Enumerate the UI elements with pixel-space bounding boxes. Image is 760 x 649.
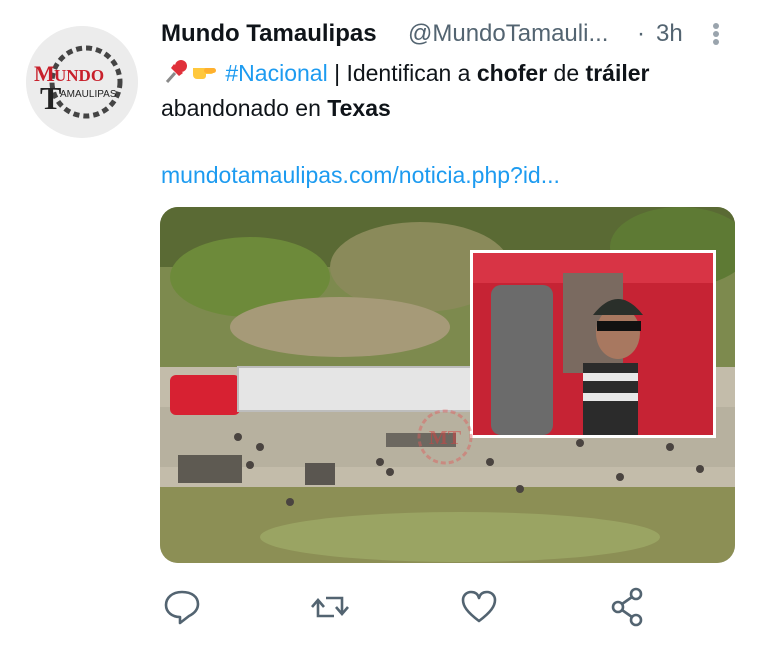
driver-inset-photo: [470, 250, 716, 438]
text-part-3: abandonado en: [161, 95, 328, 121]
svg-text:MT: MT: [429, 427, 462, 449]
hashtag-link[interactable]: #Nacional: [225, 60, 327, 86]
tweet-actions: [160, 586, 660, 628]
text-bold-trailer: tráiler: [585, 60, 650, 86]
timestamp[interactable]: 3h: [656, 20, 683, 48]
text-part-2: de: [547, 60, 586, 86]
share-icon[interactable]: [606, 586, 650, 628]
pushpin-icon: [161, 58, 190, 86]
text-part-1: | Identifican a: [327, 60, 477, 86]
mundo-tamaulipas-logo: M UNDO T AMAULIPAS: [26, 26, 138, 138]
like-icon[interactable]: [457, 586, 501, 628]
author-handle[interactable]: @MundoTamauli...: [408, 20, 608, 48]
separator-dot: ·: [637, 20, 645, 47]
tweet-text: #Nacional | Identifican a chofer de trái…: [161, 56, 741, 126]
tweet-media-image[interactable]: MT: [160, 207, 735, 563]
text-bold-chofer: chofer: [476, 60, 548, 86]
mt-watermark: MT: [417, 409, 473, 465]
retweet-icon[interactable]: [308, 586, 352, 628]
author-name[interactable]: Mundo Tamaulipas: [161, 20, 377, 48]
more-options-icon[interactable]: [704, 20, 728, 50]
avatar[interactable]: M UNDO T AMAULIPAS: [26, 26, 138, 138]
reply-icon[interactable]: [160, 586, 204, 628]
svg-text:AMAULIPAS: AMAULIPAS: [60, 89, 117, 100]
pointing-hand-icon: [190, 58, 219, 86]
tweet-header: Mundo Tamaulipas @MundoTamauli... · 3h: [161, 20, 736, 52]
text-bold-texas: Texas: [327, 95, 391, 121]
svg-text:T: T: [40, 80, 61, 116]
article-link[interactable]: mundotamaulipas.com/noticia.php?id...: [161, 162, 560, 189]
svg-text:UNDO: UNDO: [54, 66, 104, 85]
